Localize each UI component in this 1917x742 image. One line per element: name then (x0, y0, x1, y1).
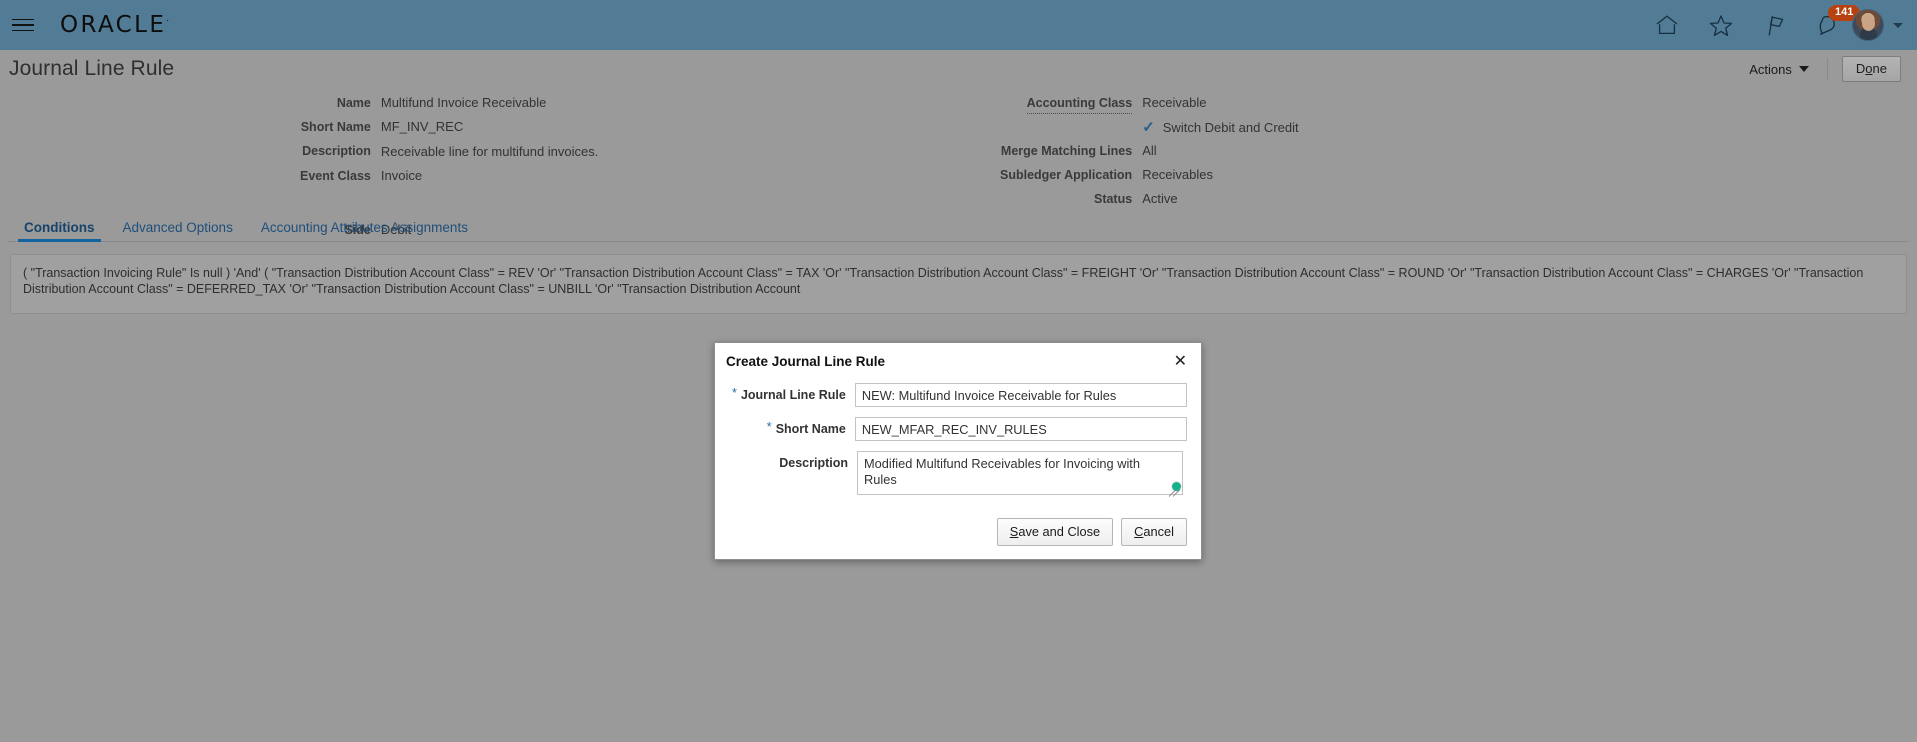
required-asterisk-icon: * (766, 419, 772, 434)
dialog-header: Create Journal Line Rule ✕ (715, 343, 1201, 377)
field-value-status: Active (1142, 191, 1178, 206)
label-description: Description (729, 451, 857, 470)
field-label-description: Description (302, 144, 371, 158)
description-textarea[interactable]: Modified Multifund Receivables for Invoi… (857, 451, 1183, 495)
field-value-short-name: MF_INV_REC (380, 119, 464, 134)
tab-advanced-options[interactable]: Advanced Options (121, 220, 235, 241)
tab-conditions[interactable]: Conditions (18, 220, 100, 242)
checkbox-switch-debit-and-credit: ✓ Switch Debit and Credit (1142, 116, 1520, 139)
header-icon-group: 141 (1654, 5, 1861, 38)
field-value-subledger-application: Receivables (1142, 167, 1214, 182)
summary-right-column: Accounting Class Receivable ✓ Switch Deb… (1000, 91, 1520, 211)
global-header: ORACLE· 141 (0, 0, 1917, 50)
conditions-expression: ( "Transaction Invoicing Rule" Is null )… (23, 266, 1864, 296)
description-textarea-wrapper: Modified Multifund Receivables for Invoi… (857, 451, 1183, 498)
field-value-event-class: Invoice (380, 168, 423, 183)
cancel-button[interactable]: Cancel (1121, 518, 1187, 546)
summary-spacer (381, 188, 720, 218)
summary-region: Name Multifund Invoice Receivable Short … (0, 88, 1917, 238)
cancel-accel: C (1134, 524, 1144, 539)
conditions-panel: ( "Transaction Invoicing Rule" Is null )… (10, 254, 1907, 314)
field-value-accounting-class: Receivable (1142, 95, 1207, 110)
page-title-bar: Journal Line Rule Actions Done (0, 50, 1917, 88)
page-title: Journal Line Rule (9, 57, 175, 80)
field-label-subledger-application: Subledger Application (1000, 168, 1133, 182)
field-row-short-name: * Short Name (729, 417, 1187, 441)
cursor-indicator (1172, 482, 1181, 491)
chevron-down-icon[interactable] (1893, 22, 1903, 28)
journal-line-rule-input[interactable] (854, 383, 1187, 407)
flag-icon[interactable] (1762, 12, 1788, 38)
field-label-event-class: Event Class (300, 169, 371, 183)
hamburger-bar (12, 24, 34, 26)
field-label-short-name: Short Name (300, 120, 371, 134)
field-label-name: Name (336, 96, 371, 110)
field-label-merge-matching-lines: Merge Matching Lines (1000, 144, 1133, 158)
required-asterisk-icon: * (731, 385, 737, 400)
field-label-status: Status (1093, 192, 1133, 206)
tab-bar: Conditions Advanced Options Accounting A… (8, 214, 1909, 242)
label-text-journal-line-rule: Journal Line Rule (740, 388, 846, 402)
hamburger-bar (12, 29, 34, 32)
label-text-short-name: Short Name (775, 422, 846, 436)
label-short-name: * Short Name (729, 417, 855, 436)
home-icon[interactable] (1654, 12, 1680, 38)
field-value-merge-matching-lines: All (1142, 143, 1157, 158)
actions-menu-label: Actions (1749, 61, 1792, 77)
user-menu[interactable] (1852, 9, 1903, 41)
done-button[interactable]: Done (1841, 56, 1901, 82)
tab-accounting-attributes-assignments[interactable]: Accounting Attributes Assignments (259, 220, 470, 241)
label-text-description: Description (779, 456, 848, 470)
actions-menu-button[interactable]: Actions (1739, 58, 1819, 81)
label-journal-line-rule: * Journal Line Rule (729, 383, 855, 402)
dialog-body: * Journal Line Rule * Short Name Descrip… (715, 377, 1201, 512)
dialog-title: Create Journal Line Rule (726, 353, 886, 369)
oracle-logo[interactable]: ORACLE· (60, 12, 172, 38)
create-journal-line-rule-dialog: Create Journal Line Rule ✕ * Journal Lin… (714, 342, 1202, 560)
field-label-accounting-class[interactable]: Accounting Class (1026, 91, 1133, 114)
checkmark-icon: ✓ (1142, 119, 1155, 136)
toolbar-divider (1826, 58, 1828, 80)
avatar (1852, 9, 1884, 41)
field-row-description: Description Modified Multifund Receivabl… (729, 451, 1187, 498)
field-value-description: Receivable line for multifund invoices. (380, 144, 599, 159)
checkbox-label-switch-debit-and-credit: Switch Debit and Credit (1162, 120, 1299, 135)
oracle-logo-text: ORACLE (60, 12, 167, 38)
field-value-name: Multifund Invoice Receivable (380, 95, 547, 110)
favorites-star-icon[interactable] (1708, 12, 1734, 38)
notifications-bell-icon[interactable]: 141 (1816, 5, 1861, 38)
save-accel: S (1009, 524, 1019, 539)
short-name-input[interactable] (854, 417, 1187, 441)
chevron-down-icon (1798, 66, 1809, 72)
dialog-footer: Save and Close Cancel (715, 512, 1201, 559)
hamburger-menu-icon[interactable] (12, 12, 38, 38)
page-actions: Actions Done (1739, 56, 1901, 82)
oracle-logo-trademark: · (166, 16, 172, 27)
field-label-switch-debit-credit (1000, 116, 1132, 139)
done-accel: o (1865, 61, 1873, 76)
summary-spacer (300, 188, 371, 218)
field-row-journal-line-rule: * Journal Line Rule (729, 383, 1187, 407)
close-icon[interactable]: ✕ (1172, 353, 1189, 369)
save-and-close-button[interactable]: Save and Close (996, 518, 1114, 546)
hamburger-bar (12, 18, 34, 21)
